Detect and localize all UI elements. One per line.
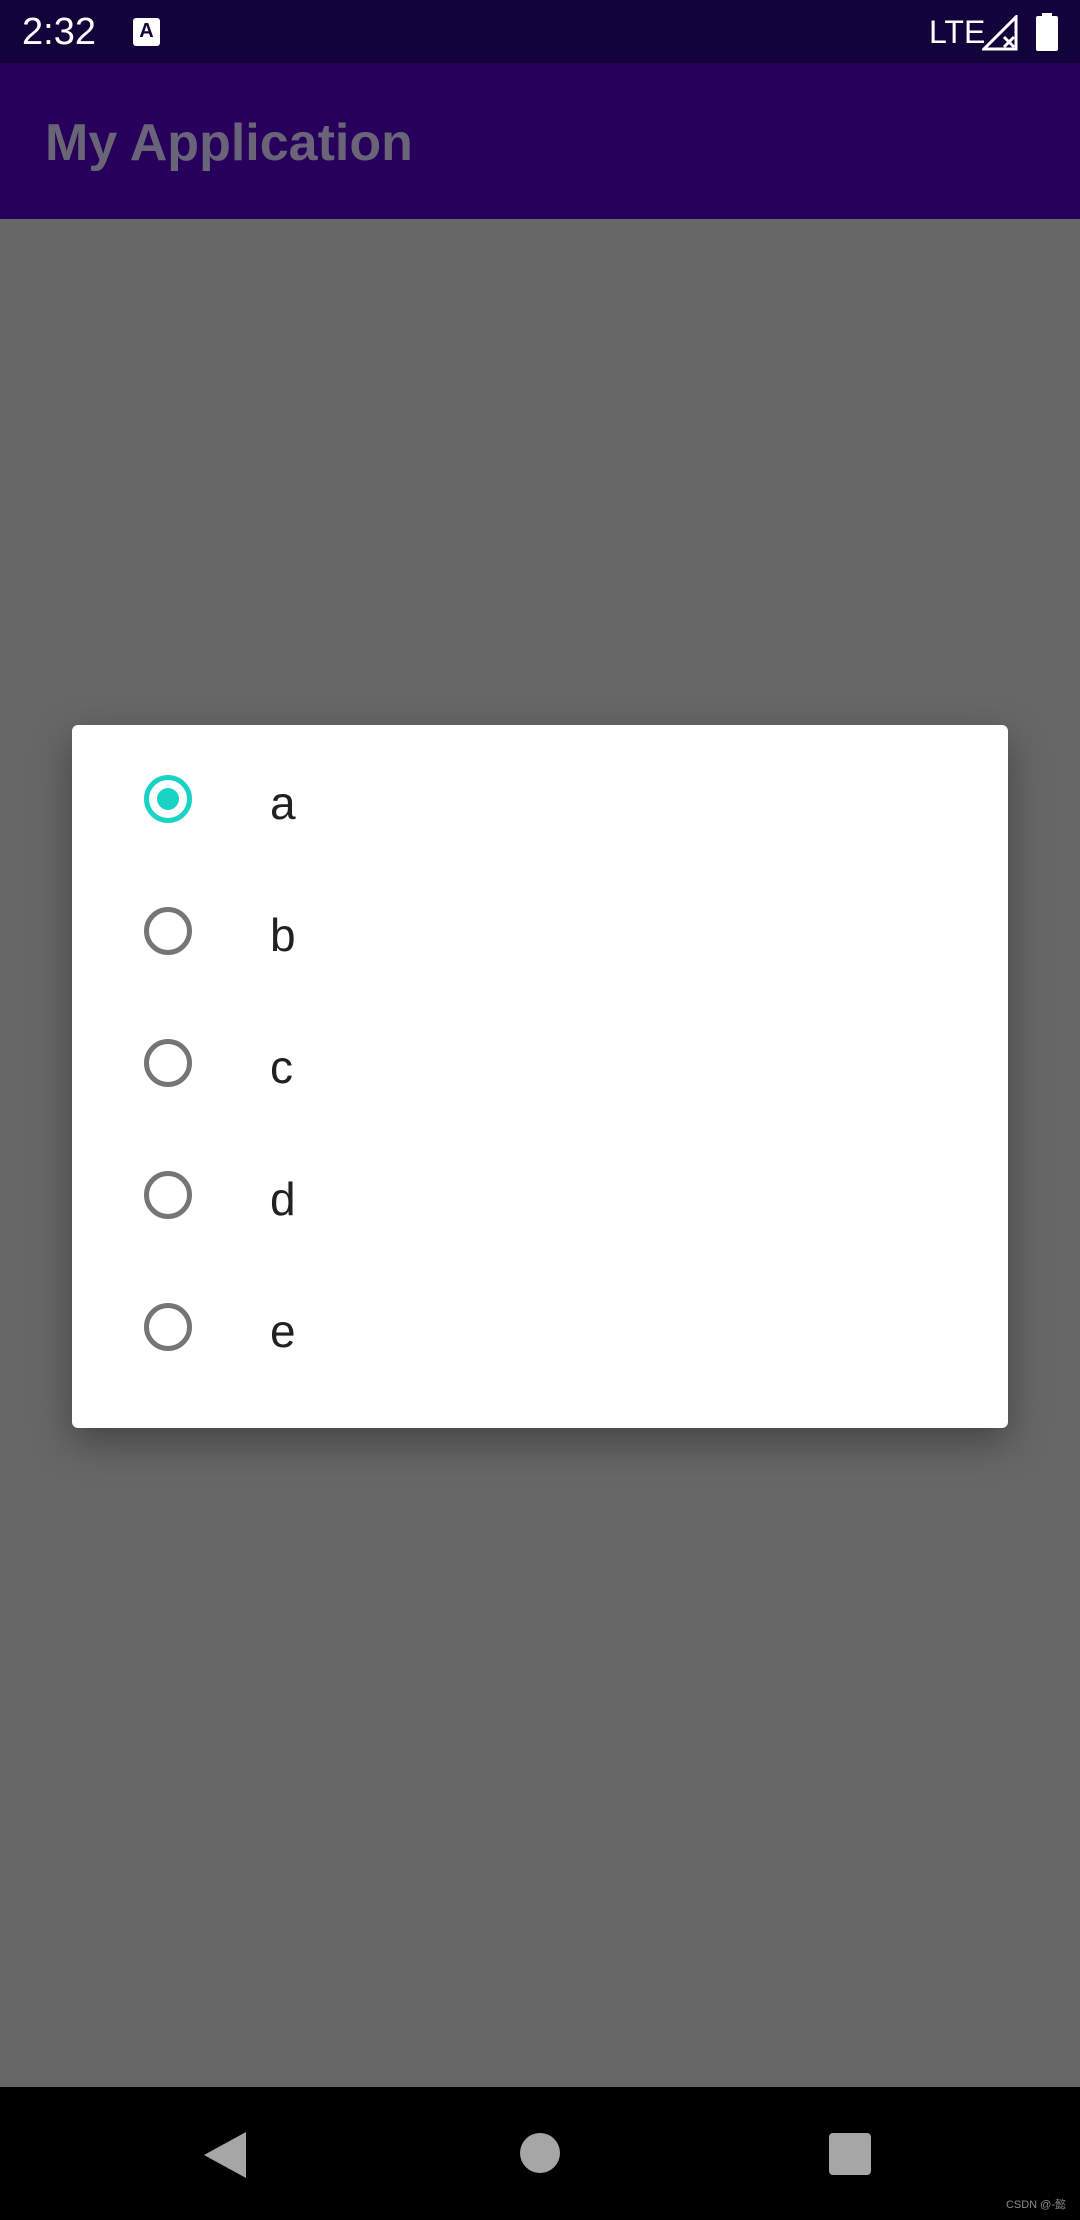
radio-button[interactable] — [144, 1171, 192, 1219]
option-label: b — [270, 909, 296, 961]
app-bar: My Application — [0, 63, 1080, 219]
radio-button[interactable] — [144, 775, 192, 823]
single-choice-dialog: a b c d e — [72, 725, 1008, 1428]
radio-button[interactable] — [144, 907, 192, 955]
navigation-bar: CSDN @-懿 — [0, 2087, 1080, 2220]
option-label: a — [270, 777, 296, 829]
app-title: My Application — [45, 114, 413, 172]
recents-icon[interactable] — [829, 2133, 871, 2175]
option-row-d[interactable]: d — [72, 1133, 1008, 1265]
app-notification-icon: A — [133, 18, 160, 46]
watermark: CSDN @-懿 — [1005, 2199, 1066, 2211]
option-label: e — [270, 1305, 296, 1357]
option-row-b[interactable]: b — [72, 869, 1008, 1001]
option-label: c — [270, 1041, 293, 1093]
option-row-c[interactable]: c — [72, 1001, 1008, 1133]
option-label: d — [270, 1173, 296, 1225]
home-icon[interactable] — [520, 2133, 560, 2173]
radio-button[interactable] — [144, 1039, 192, 1087]
status-time: 2:32 — [22, 11, 96, 53]
radio-button[interactable] — [144, 1303, 192, 1351]
battery-icon — [1036, 13, 1058, 51]
status-bar: 2:32 A LTE — [0, 0, 1080, 63]
signal-no-service-icon — [982, 15, 1018, 51]
option-row-a[interactable]: a — [72, 737, 1008, 869]
option-row-e[interactable]: e — [72, 1265, 1008, 1397]
network-type-label: LTE — [929, 14, 986, 50]
back-icon[interactable] — [204, 2132, 246, 2178]
